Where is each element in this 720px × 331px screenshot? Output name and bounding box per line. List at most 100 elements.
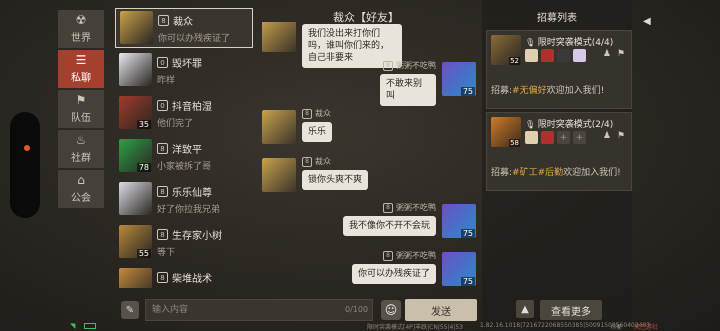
rank-icon: 8 [383,60,393,71]
message-bubble[interactable]: 我不像你不开不会玩 [342,216,436,236]
avatar-level: 75 [460,229,475,238]
member-slot [525,49,538,62]
avatar [120,11,153,44]
team-card[interactable]: 58 🎙 限时突袭模式(2/4) + + ♟ ⚑ 招募:#矿工#后勤欢迎加入我们! [486,112,632,191]
players-icon: ♟ [602,49,611,59]
team-description: 招募:#矿工#后勤欢迎加入我们! [491,165,621,178]
flag-icon: ⚑ [616,49,625,59]
sender-text: 裁众 [315,109,331,118]
microphone-icon: 🎙 [525,38,538,47]
name-text: 乐乐仙尊 [172,188,212,199]
tab-3[interactable]: ♨ 社群 [58,130,104,168]
rank-icon: 8 [157,272,168,283]
conversation-preview: 等下 [157,248,176,258]
rank-icon: 8 [158,15,169,26]
team-leader-avatar: 58 [491,117,521,147]
message-bubble[interactable]: 锁你头爽不爽 [302,170,369,190]
tab-label: 队伍 [71,113,91,124]
send-button[interactable]: 发送 [405,299,477,321]
guild-icon: ⌂ [77,173,85,187]
avatar: 78 [119,139,152,172]
avatar [119,182,152,215]
name-text: 洋致平 [172,145,202,156]
notification-dot [24,145,30,151]
chat-icon: ☰ [75,53,87,67]
rank-icon: 8 [157,143,168,154]
member-slot [541,131,554,144]
rank-icon: 8 [383,202,393,213]
sender-avatar[interactable]: 75 [442,204,476,238]
tab-2[interactable]: ⚑ 队伍 [58,90,104,128]
chat-message: 75 8 粥粥不吃鸭不敢来别叫 [258,60,476,106]
chat-messages[interactable]: 我们没出来打你们吗，谁叫你们来的，自己非要来 75 8 粥粥不吃鸭 不敢来别叫 8 裁众 乐乐… [258,22,476,290]
conversation-item[interactable]: 658柴堆战术兄弟把你微信发给… [115,266,253,288]
message-bubble[interactable]: 你可以办残疾证了 [351,264,436,284]
rank-icon: 8 [302,108,312,119]
tab-4[interactable]: ⌂ 公会 [58,170,104,208]
message-bubble[interactable]: 不敢来别叫 [380,74,436,106]
conversation-name: 8 洋致平 [157,137,253,156]
sender-avatar[interactable]: 75 [442,252,476,286]
team-members [525,49,586,62]
conversation-preview: 小家被拆了哥 [157,162,212,172]
name-text: 裁众 [173,17,193,28]
avatar-level: 75 [460,87,475,96]
chat-message: 75 8 粥粥不吃鸭你可以办残疾证了 [258,250,476,290]
team-mode: 🎙 限时突袭模式(4/4) [525,35,613,48]
version-info: 1.82.16.1018|7216722068550385|5009150856… [480,322,651,329]
sender-text: 粥粥不吃鸭 [396,251,436,260]
view-more-button[interactable]: 查看更多 [540,300,602,320]
globe-icon: ☢ [75,13,87,27]
tab-0[interactable]: ☢ 世界 [58,10,104,48]
conversation-preview: 你可以办残疾证了 [158,34,231,44]
team-mode-text: 限时突袭模式(4/4) [537,38,614,48]
sender-name: 8 粥粥不吃鸭 [383,250,436,261]
conversation-item[interactable]: 8 乐乐仙尊好了你拉我兄弟 [115,180,253,220]
channel-tabs: ☢ 世界 ☰ 私聊 ⚑ 队伍 ♨ 社群 ⌂ 公会 [58,10,104,210]
sender-avatar[interactable] [262,158,296,192]
avatar-level: 55 [136,249,151,258]
conversation-name: 8 乐乐仙尊 [157,180,253,199]
member-slot [573,49,586,62]
conversation-item[interactable]: 0 毁坏罪 昨样 [115,51,253,91]
players-icon: ♟ [602,131,611,141]
message-bubble[interactable]: 乐乐 [302,122,333,142]
conversation-preview: 好了你拉我兄弟 [157,205,221,215]
empty-slot: + [573,131,586,144]
avatar [119,53,152,86]
emoji-icon[interactable]: ☺ [381,300,401,320]
conversation-item[interactable]: 55 8 生存家小树 等下 [115,223,253,263]
tab-1[interactable]: ☰ 私聊 [58,50,104,88]
avatar-level: 78 [136,163,151,172]
game-chat-screen: ☢ 世界 ☰ 私聊 ⚑ 队伍 ♨ 社群 ⌂ 公会 8 裁众 你可以办残疾证了 0 毁坏罪 昨样 35 0 抖音柏湿… [0,0,720,331]
side-handle[interactable] [10,112,40,218]
desc-prefix: 招募: [491,168,513,178]
conversation-item[interactable]: 78 8 洋致平小家被拆了哥 [115,137,253,177]
conversation-item[interactable]: 35 0 抖音柏湿 他们完了 [115,94,253,134]
avatar-level: 75 [460,277,475,286]
quick-phrase-icon[interactable]: ✎ [121,301,139,319]
collapse-arrow-icon[interactable]: ◀ [643,16,651,27]
sender-text: 粥粥不吃鸭 [396,203,436,212]
conversation-list: 8 裁众 你可以办残疾证了 0 毁坏罪 昨样 35 0 抖音柏湿 他们完了 78 8 洋致平 小家被拆了哥… [115,8,253,288]
name-text: 柴堆战术 [172,274,212,285]
member-slot [525,131,538,144]
chat-input[interactable] [145,299,373,321]
conversation-name: 8 裁众 [158,9,252,28]
leader-level: 58 [509,139,520,147]
avatar-level: 35 [136,120,151,129]
report-icon[interactable]: ▲ [516,300,534,318]
brand-label: 风巴游社 [634,324,659,331]
chat-message: 8 裁众锁你头爽不爽 [258,156,476,202]
conversation-item[interactable]: 8 裁众你可以办残疾证了 [115,8,253,48]
sender-avatar[interactable] [262,110,296,144]
name-text: 毁坏罪 [172,59,202,70]
recruit-title: 招募列表 [537,13,577,24]
sender-name: 8 粥粥不吃鸭 [383,60,436,71]
team-icons: ♟ ⚑ [603,49,625,59]
sender-avatar[interactable] [262,22,296,52]
sender-avatar[interactable]: 75 [442,62,476,96]
rank-icon: 0 [157,57,168,68]
sender-name: 8 裁众 [302,156,331,167]
team-card[interactable]: 52 🎙 限时突袭模式(4/4) ♟ ⚑ 招募:#无偏好欢迎加入我们! [486,30,632,109]
